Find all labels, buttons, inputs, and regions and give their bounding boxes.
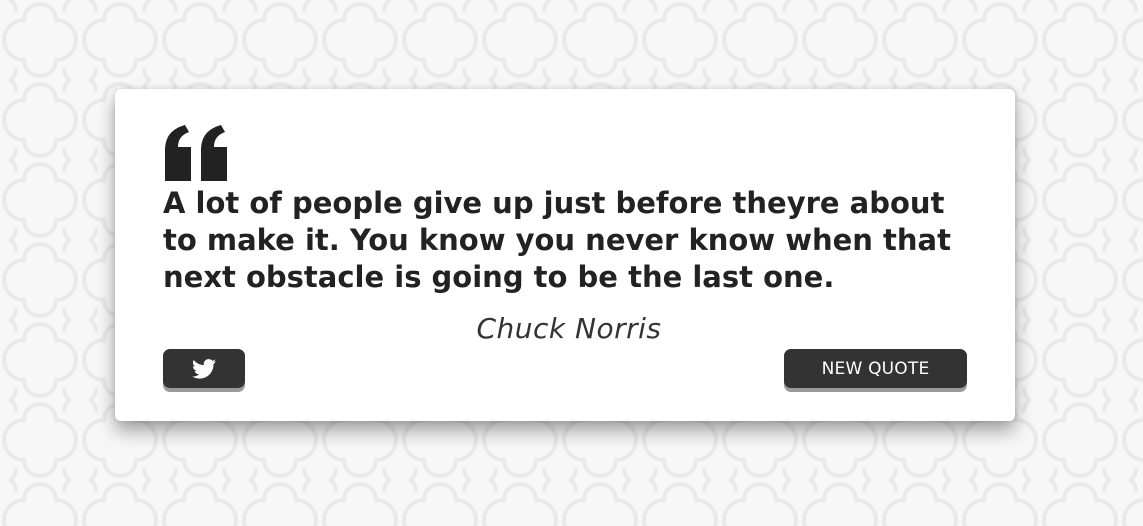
tweet-button[interactable] <box>163 349 245 388</box>
quote-open-icon <box>165 125 227 181</box>
new-quote-button[interactable]: NEW QUOTE <box>784 349 967 388</box>
quote-author: Chuck Norris <box>476 312 662 345</box>
quote-card: A lot of people give up just before they… <box>115 89 1015 421</box>
quote-text: A lot of people give up just before they… <box>163 186 951 294</box>
twitter-icon <box>192 358 216 379</box>
